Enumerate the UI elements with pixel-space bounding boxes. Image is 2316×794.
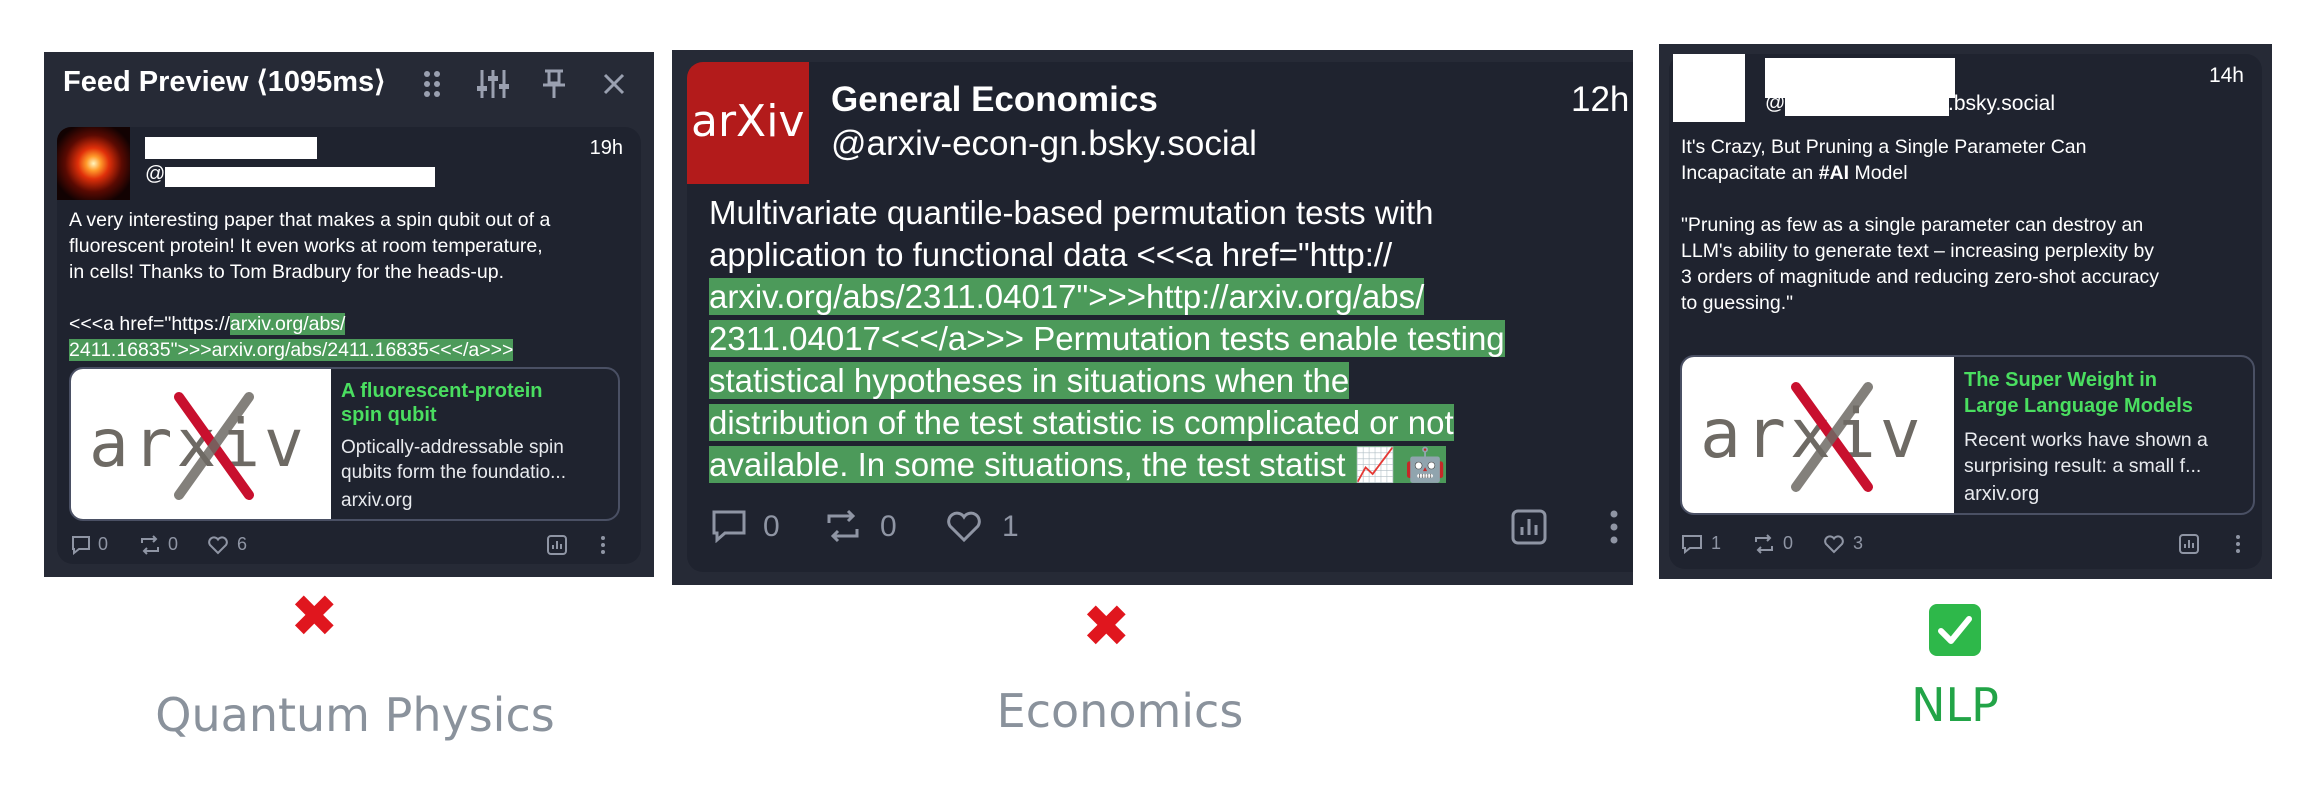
- close-icon[interactable]: [602, 72, 626, 96]
- like-count: 3: [1853, 533, 1864, 553]
- feed-preview-title: Feed Preview ⟨1095ms⟩: [63, 66, 386, 98]
- arxiv-logo: arxiv: [71, 369, 331, 519]
- cross-mark-icon: ✖: [1082, 592, 1131, 660]
- analytics-icon[interactable]: [547, 535, 567, 555]
- post-body: A very interesting paper that makes a sp…: [69, 207, 550, 363]
- repost-icon[interactable]: [139, 535, 161, 555]
- post-time: 12h: [1571, 80, 1630, 119]
- like-icon[interactable]: [207, 536, 229, 555]
- post-text-line: arxiv.org/abs/2311.04017">>>http://arxiv…: [709, 278, 1425, 315]
- post-time: 14h: [2208, 64, 2244, 87]
- handle-at: @: [1765, 92, 1786, 114]
- feed-preview-panel: Feed Preview ⟨1095ms⟩ @ 19h A very inter…: [44, 52, 654, 577]
- post-text-line: Multivariate quantile-based permutation …: [709, 194, 1434, 231]
- reply-count: 1: [1711, 533, 1722, 553]
- check-mark-icon: [1929, 604, 1981, 656]
- repost-count: 0: [168, 534, 179, 554]
- cross-mark-icon: ✖: [290, 582, 339, 650]
- analytics-icon[interactable]: [2179, 534, 2199, 554]
- category-label-economics: Economics: [996, 684, 1244, 738]
- handle[interactable]: @arxiv-econ-gn.bsky.social: [831, 124, 1257, 164]
- link-description: Recent works have shown a surprising res…: [1964, 429, 2208, 477]
- redacted-handle: [1785, 94, 1949, 116]
- post-text-line: "Pruning as few as a single parameter ca…: [1681, 214, 2144, 236]
- more-options-icon[interactable]: [2235, 534, 2241, 554]
- link-title[interactable]: The Super Weight in Large Language Model…: [1964, 367, 2193, 419]
- post-text-line: statistical hypotheses in situations whe…: [709, 362, 1350, 399]
- link-description: Optically-addressable spin qubits form t…: [341, 437, 566, 483]
- reply-count: 0: [98, 534, 109, 554]
- post-text-line: distribution of the test statistic is co…: [709, 404, 1454, 441]
- handle-at: @: [145, 163, 166, 185]
- reply-icon[interactable]: [71, 535, 91, 555]
- category-label-quantum-physics: Quantum Physics: [155, 688, 555, 742]
- post-text-line: A very interesting paper that makes a sp…: [69, 209, 551, 231]
- repost-icon[interactable]: [1753, 534, 1775, 554]
- post-text-line: available. In some situations, the test …: [709, 446, 1447, 483]
- post-card[interactable]: arXiv General Economics @arxiv-econ-gn.b…: [687, 62, 1633, 572]
- like-count: 6: [237, 534, 248, 554]
- repost-icon[interactable]: [825, 509, 861, 543]
- repost-count: 0: [1783, 533, 1794, 553]
- post-text-line: in cells! Thanks to Tom Bradbury for the…: [69, 261, 505, 283]
- post-body: It's Crazy, But Pruning a Single Paramet…: [1681, 134, 2159, 316]
- arxiv-logo: arxiv: [1682, 357, 1954, 513]
- post-text-line: Incapacitate an #AI Model: [1681, 162, 1908, 184]
- highlighted-link-text[interactable]: 2411.16835">>>arxiv.org/abs/2411.16835<<…: [69, 339, 514, 361]
- avatar[interactable]: [57, 127, 130, 200]
- like-icon[interactable]: [945, 511, 983, 543]
- post-text-line: 2311.04017<<</a>>> Permutation tests ena…: [709, 320, 1505, 357]
- redacted-avatar: [1673, 54, 1745, 122]
- settings-sliders-icon[interactable]: [476, 68, 510, 100]
- post-text-line: It's Crazy, But Pruning a Single Paramet…: [1681, 136, 2087, 158]
- redacted-handle: [165, 167, 435, 187]
- more-options-icon[interactable]: [600, 535, 606, 555]
- highlighted-link-text[interactable]: arxiv.org/abs/: [229, 313, 346, 335]
- post-text-line: LLM's ability to generate text – increas…: [1681, 240, 2155, 262]
- link-domain: arxiv.org: [341, 490, 413, 511]
- post-body: Multivariate quantile-based permutation …: [709, 192, 1505, 486]
- link-preview-card[interactable]: arxiv The Super Weight in Large Language…: [1680, 355, 2255, 515]
- more-options-icon[interactable]: [1609, 509, 1619, 545]
- economics-post-panel: arXiv General Economics @arxiv-econ-gn.b…: [672, 50, 1633, 585]
- post-text-line: to guessing.": [1681, 292, 1794, 314]
- reply-icon[interactable]: [711, 509, 747, 543]
- post-link-markup-line: 2411.16835">>>arxiv.org/abs/2411.16835<<…: [69, 337, 550, 363]
- analytics-icon[interactable]: [1511, 509, 1547, 545]
- drag-handle-icon[interactable]: [422, 70, 442, 98]
- link-domain: arxiv.org: [1964, 483, 2040, 505]
- post-card[interactable]: @ .bsky.social 14h It's Crazy, But Pruni…: [1669, 54, 2262, 569]
- redacted-display-name: [1765, 58, 1955, 98]
- like-count: 1: [1002, 510, 1019, 543]
- link-preview-card[interactable]: arxiv A fluorescent-protein spin qubit O…: [69, 367, 620, 521]
- post-card[interactable]: @ 19h A very interesting paper that make…: [57, 127, 641, 564]
- hashtag-link[interactable]: #AI: [1819, 162, 1849, 184]
- display-name[interactable]: General Economics: [831, 80, 1158, 120]
- reply-count: 0: [763, 510, 780, 543]
- avatar[interactable]: arXiv: [687, 62, 809, 184]
- pin-icon[interactable]: [540, 68, 568, 100]
- redacted-display-name: [145, 137, 317, 159]
- like-icon[interactable]: [1823, 535, 1845, 554]
- reply-icon[interactable]: [1681, 534, 1703, 554]
- nlp-post-panel: @ .bsky.social 14h It's Crazy, But Pruni…: [1659, 44, 2272, 579]
- handle-suffix: .bsky.social: [1948, 92, 2055, 115]
- post-text-line: 3 orders of magnitude and reducing zero-…: [1681, 266, 2160, 288]
- feed-preview-header: Feed Preview ⟨1095ms⟩: [44, 52, 654, 112]
- post-time: 19h: [589, 137, 623, 159]
- category-label-nlp: NLP: [1911, 678, 1999, 732]
- link-title[interactable]: A fluorescent-protein spin qubit: [341, 379, 543, 427]
- post-text-line: application to functional data <<<a href…: [709, 236, 1393, 273]
- repost-count: 0: [880, 510, 897, 543]
- post-link-markup-line: <<<a href="https://arxiv.org/abs/: [69, 313, 346, 335]
- post-text-line: fluorescent protein! It even works at ro…: [69, 235, 543, 257]
